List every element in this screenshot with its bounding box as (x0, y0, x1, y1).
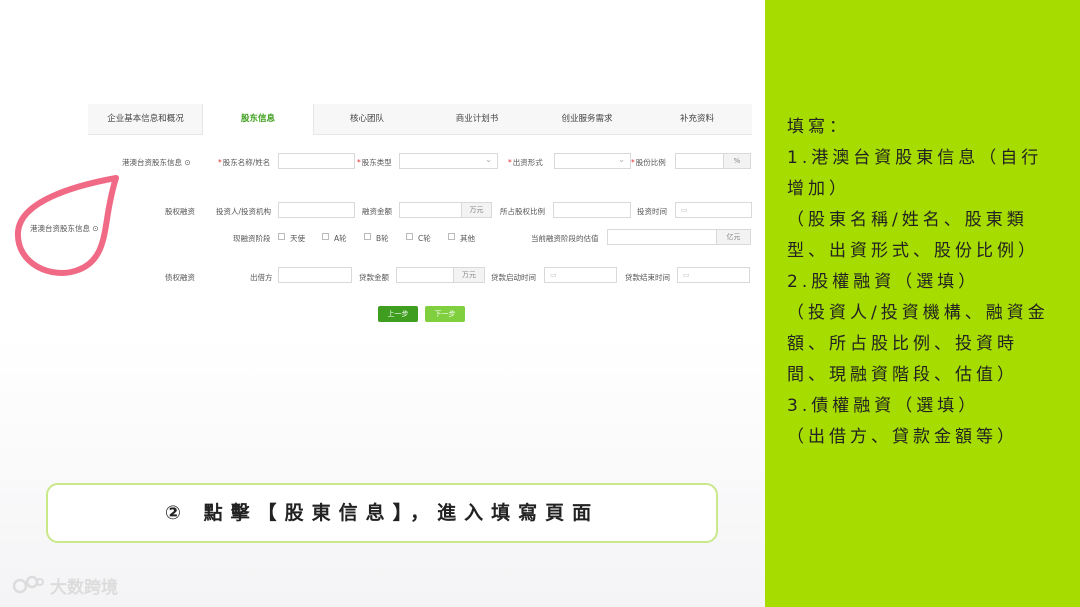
calendar-icon: ▭ (550, 271, 557, 279)
stage-label: 现融资阶段 (233, 234, 271, 243)
shareholder-type-select[interactable]: ⌄ (399, 153, 498, 169)
stage-option-label: B轮 (376, 234, 389, 243)
brand-logo: 大数跨境 (12, 572, 118, 598)
chevron-down-icon: ⌄ (618, 155, 625, 164)
equity-ratio-input[interactable] (553, 202, 631, 218)
stage-checkbox-other[interactable] (448, 233, 455, 240)
tab-company-info[interactable]: 企业基本信息和概况 (88, 104, 203, 134)
financing-amount-input[interactable] (399, 202, 462, 218)
loan-amount-label: 贷款金额 (359, 273, 389, 282)
investor-input[interactable] (278, 202, 355, 218)
contribution-label: *出资形式 (508, 158, 543, 167)
tab-bar: 企业基本信息和概况 股东信息 核心团队 商业计划书 创业服务需求 补充资料 (88, 104, 752, 135)
stage-option-label: A轮 (334, 234, 347, 243)
calendar-icon: ▭ (681, 206, 688, 214)
tab-supplementary[interactable]: 补充资料 (642, 104, 752, 134)
lender-input[interactable] (278, 267, 352, 283)
debt-financing-label: 债权融资 (165, 273, 195, 282)
share-ratio-unit: % (723, 153, 751, 169)
highlight-loop-annotation (14, 175, 119, 276)
equity-financing-label: 股权融资 (165, 207, 195, 216)
instruction-title: 填寫： (787, 117, 850, 137)
stage-option-label: 其他 (460, 234, 475, 243)
loan-amount-input[interactable] (396, 267, 454, 283)
valuation-label: 当前融资阶段的估值 (531, 234, 599, 243)
instruction-line: （股東名稱/姓名、股東類型、出資形式、股份比例） (787, 210, 1039, 261)
loan-start-label: 贷款启动时间 (491, 273, 536, 282)
form-screenshot: 企业基本信息和概况 股东信息 核心团队 商业计划书 创业服务需求 补充资料 港澳… (88, 102, 752, 334)
chevron-down-icon: ⌄ (485, 155, 492, 164)
tab-service-needs[interactable]: 创业服务需求 (532, 104, 642, 134)
stage-option-label: C轮 (418, 234, 431, 243)
loan-end-label: 贷款结束时间 (625, 273, 670, 282)
tab-shareholder-info[interactable]: 股东信息 (202, 104, 314, 135)
valuation-input[interactable] (607, 229, 717, 245)
loan-start-date[interactable]: ▭ (544, 267, 617, 283)
invest-time-date[interactable]: ▭ (675, 202, 752, 218)
stage-checkbox-angel[interactable] (278, 233, 285, 240)
step-caption: ② 點擊【股東信息】，進入填寫頁面 (46, 483, 718, 543)
lender-label: 出借方 (250, 273, 273, 282)
valuation-unit: 亿元 (716, 229, 751, 245)
stage-checkbox-c[interactable] (406, 233, 413, 240)
tab-business-plan[interactable]: 商业计划书 (422, 104, 532, 134)
instruction-line: （投資人/投資機構、融資金額、所占股比例、投資時間、現融資階段、估值） (787, 303, 1049, 385)
loan-amount-unit: 万元 (453, 267, 485, 283)
shareholder-name-input[interactable] (278, 153, 355, 169)
brand-logo-icon (12, 575, 44, 594)
stage-checkbox-b[interactable] (364, 233, 371, 240)
investor-label: 投资人/投资机构 (216, 207, 272, 216)
instruction-line: 1.港澳台資股東信息（自行增加） (787, 148, 1043, 199)
brand-logo-text: 大数跨境 (50, 577, 118, 598)
prev-step-button[interactable]: 上一步 (378, 306, 418, 322)
shareholder-name-label: *股东名称/姓名 (218, 158, 271, 167)
equity-ratio-label: 所占股权比例 (500, 207, 545, 216)
shareholder-type-label: *股东类型 (357, 158, 392, 167)
instruction-line: （出借方、貸款金額等） (787, 427, 1018, 447)
share-ratio-input[interactable] (675, 153, 724, 169)
stage-option-label: 天使 (290, 234, 305, 243)
loan-end-date[interactable]: ▭ (677, 267, 750, 283)
instruction-line: 3.債權融資（選填） (787, 396, 980, 416)
next-step-button[interactable]: 下一步 (425, 306, 465, 322)
instruction-line: 2.股權融資（選填） (787, 272, 980, 292)
tab-core-team[interactable]: 核心团队 (312, 104, 422, 134)
contribution-select[interactable]: ⌄ (554, 153, 631, 169)
financing-amount-unit: 万元 (461, 202, 492, 218)
calendar-icon: ▭ (683, 271, 690, 279)
invest-time-label: 投资时间 (637, 207, 667, 216)
share-ratio-label: *股份比例 (631, 158, 666, 167)
stage-checkbox-a[interactable] (322, 233, 329, 240)
financing-amount-label: 融资金额 (362, 207, 392, 216)
instruction-text: 填寫： 1.港澳台資股東信息（自行增加） （股東名稱/姓名、股東類型、出資形式、… (787, 112, 1057, 453)
section-hk-shareholders: 港澳台资股东信息 ⊙ (122, 158, 191, 167)
instruction-panel: 填寫： 1.港澳台資股東信息（自行增加） （股東名稱/姓名、股東類型、出資形式、… (765, 0, 1080, 607)
